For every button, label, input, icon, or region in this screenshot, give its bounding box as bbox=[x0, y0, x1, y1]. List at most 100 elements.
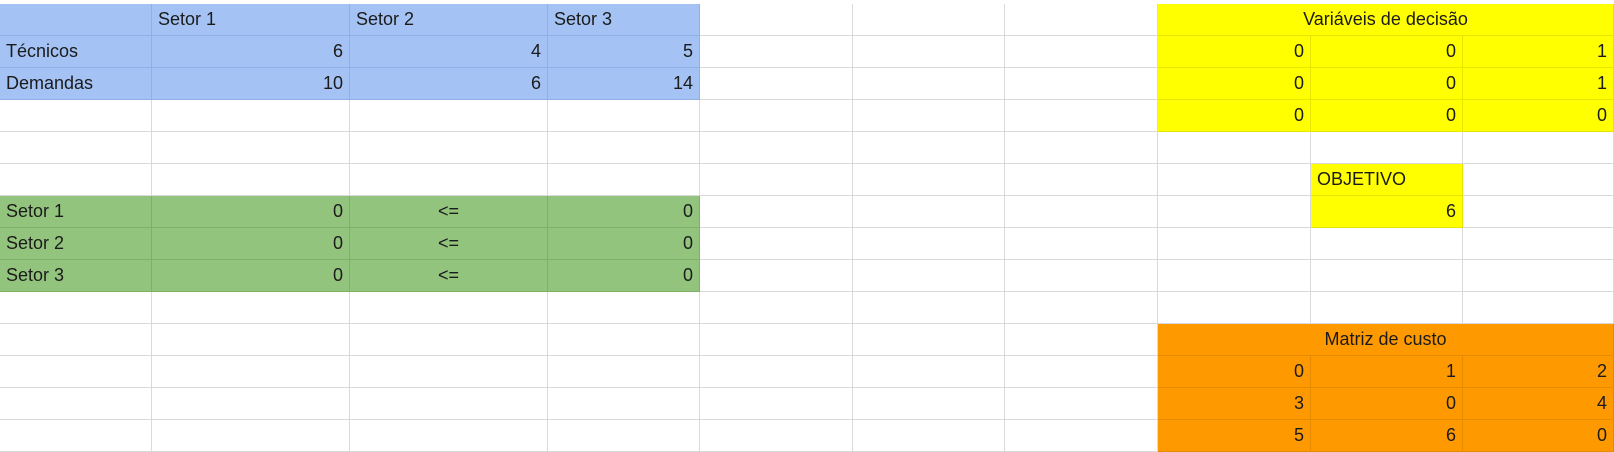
sectors-value-cell[interactable]: 5 bbox=[548, 36, 700, 68]
sectors-row-label[interactable]: Técnicos bbox=[0, 36, 152, 68]
empty-cell[interactable] bbox=[1005, 292, 1158, 324]
empty-cell[interactable] bbox=[1463, 132, 1614, 164]
empty-cell[interactable] bbox=[152, 388, 350, 420]
empty-cell[interactable] bbox=[853, 324, 1005, 356]
empty-cell[interactable] bbox=[1311, 292, 1463, 324]
constraint-operator[interactable]: <= bbox=[350, 196, 548, 228]
empty-cell[interactable] bbox=[0, 100, 152, 132]
empty-cell[interactable] bbox=[0, 132, 152, 164]
constraint-label[interactable]: Setor 3 bbox=[0, 260, 152, 292]
constraint-operator[interactable]: <= bbox=[350, 260, 548, 292]
empty-cell[interactable] bbox=[853, 260, 1005, 292]
empty-cell[interactable] bbox=[1158, 132, 1311, 164]
empty-cell[interactable] bbox=[853, 100, 1005, 132]
sectors-value-cell[interactable]: 14 bbox=[548, 68, 700, 100]
constraint-value-cell[interactable]: 0 bbox=[152, 196, 350, 228]
empty-cell[interactable] bbox=[152, 324, 350, 356]
cost-matrix-cell[interactable]: 6 bbox=[1311, 420, 1463, 452]
empty-cell[interactable] bbox=[350, 420, 548, 452]
empty-cell[interactable] bbox=[152, 420, 350, 452]
empty-cell[interactable] bbox=[853, 196, 1005, 228]
cost-matrix-cell[interactable]: 0 bbox=[1311, 388, 1463, 420]
sectors-header-cell[interactable]: Setor 1 bbox=[152, 4, 350, 36]
empty-cell[interactable] bbox=[700, 4, 853, 36]
empty-cell[interactable] bbox=[152, 164, 350, 196]
constraint-value-cell[interactable]: 0 bbox=[548, 260, 700, 292]
empty-cell[interactable] bbox=[1005, 356, 1158, 388]
empty-cell[interactable] bbox=[0, 324, 152, 356]
constraint-value-cell[interactable]: 0 bbox=[548, 196, 700, 228]
empty-cell[interactable] bbox=[1463, 196, 1614, 228]
empty-cell[interactable] bbox=[1158, 260, 1311, 292]
empty-cell[interactable] bbox=[853, 292, 1005, 324]
empty-cell[interactable] bbox=[1005, 420, 1158, 452]
empty-cell[interactable] bbox=[700, 132, 853, 164]
sectors-value-cell[interactable]: 10 bbox=[152, 68, 350, 100]
empty-cell[interactable] bbox=[700, 196, 853, 228]
constraint-value-cell[interactable]: 0 bbox=[548, 228, 700, 260]
empty-cell[interactable] bbox=[548, 324, 700, 356]
constraint-label[interactable]: Setor 1 bbox=[0, 196, 152, 228]
empty-cell[interactable] bbox=[1463, 260, 1614, 292]
sectors-header-cell[interactable] bbox=[0, 4, 152, 36]
empty-cell[interactable] bbox=[350, 324, 548, 356]
empty-cell[interactable] bbox=[853, 420, 1005, 452]
cost-matrix-cell[interactable]: 2 bbox=[1463, 356, 1614, 388]
empty-cell[interactable] bbox=[350, 164, 548, 196]
empty-cell[interactable] bbox=[0, 356, 152, 388]
empty-cell[interactable] bbox=[1005, 68, 1158, 100]
empty-cell[interactable] bbox=[350, 388, 548, 420]
empty-cell[interactable] bbox=[700, 420, 853, 452]
empty-cell[interactable] bbox=[700, 260, 853, 292]
decision-variable-cell[interactable]: 0 bbox=[1311, 36, 1463, 68]
empty-cell[interactable] bbox=[1005, 132, 1158, 164]
empty-cell[interactable] bbox=[853, 68, 1005, 100]
decision-variable-cell[interactable]: 1 bbox=[1463, 68, 1614, 100]
empty-cell[interactable] bbox=[548, 388, 700, 420]
empty-cell[interactable] bbox=[548, 164, 700, 196]
empty-cell[interactable] bbox=[1311, 228, 1463, 260]
empty-cell[interactable] bbox=[700, 36, 853, 68]
sectors-value-cell[interactable]: 4 bbox=[350, 36, 548, 68]
empty-cell[interactable] bbox=[1005, 164, 1158, 196]
empty-cell[interactable] bbox=[1158, 164, 1311, 196]
empty-cell[interactable] bbox=[0, 388, 152, 420]
constraint-value-cell[interactable]: 0 bbox=[152, 260, 350, 292]
empty-cell[interactable] bbox=[853, 4, 1005, 36]
empty-cell[interactable] bbox=[350, 292, 548, 324]
empty-cell[interactable] bbox=[350, 132, 548, 164]
cost-matrix-cell[interactable]: 5 bbox=[1158, 420, 1311, 452]
empty-cell[interactable] bbox=[0, 292, 152, 324]
objective-label[interactable]: OBJETIVO bbox=[1311, 164, 1463, 196]
decision-variables-title[interactable]: Variáveis de decisão bbox=[1158, 4, 1614, 36]
empty-cell[interactable] bbox=[1158, 292, 1311, 324]
constraint-operator[interactable]: <= bbox=[350, 228, 548, 260]
empty-cell[interactable] bbox=[1311, 132, 1463, 164]
objective-value[interactable]: 6 bbox=[1311, 196, 1463, 228]
empty-cell[interactable] bbox=[700, 68, 853, 100]
cost-matrix-cell[interactable]: 1 bbox=[1311, 356, 1463, 388]
decision-variable-cell[interactable]: 0 bbox=[1463, 100, 1614, 132]
cost-matrix-cell[interactable]: 4 bbox=[1463, 388, 1614, 420]
empty-cell[interactable] bbox=[853, 356, 1005, 388]
empty-cell[interactable] bbox=[1005, 100, 1158, 132]
empty-cell[interactable] bbox=[700, 388, 853, 420]
decision-variable-cell[interactable]: 0 bbox=[1158, 68, 1311, 100]
empty-cell[interactable] bbox=[700, 356, 853, 388]
empty-cell[interactable] bbox=[700, 324, 853, 356]
empty-cell[interactable] bbox=[548, 100, 700, 132]
empty-cell[interactable] bbox=[1005, 388, 1158, 420]
sectors-value-cell[interactable]: 6 bbox=[350, 68, 548, 100]
decision-variable-cell[interactable]: 1 bbox=[1463, 36, 1614, 68]
decision-variable-cell[interactable]: 0 bbox=[1311, 68, 1463, 100]
empty-cell[interactable] bbox=[1158, 196, 1311, 228]
empty-cell[interactable] bbox=[700, 164, 853, 196]
cost-matrix-cell[interactable]: 3 bbox=[1158, 388, 1311, 420]
empty-cell[interactable] bbox=[350, 356, 548, 388]
decision-variable-cell[interactable]: 0 bbox=[1311, 100, 1463, 132]
empty-cell[interactable] bbox=[1005, 324, 1158, 356]
empty-cell[interactable] bbox=[1463, 228, 1614, 260]
empty-cell[interactable] bbox=[152, 292, 350, 324]
decision-variable-cell[interactable]: 0 bbox=[1158, 100, 1311, 132]
constraint-label[interactable]: Setor 2 bbox=[0, 228, 152, 260]
